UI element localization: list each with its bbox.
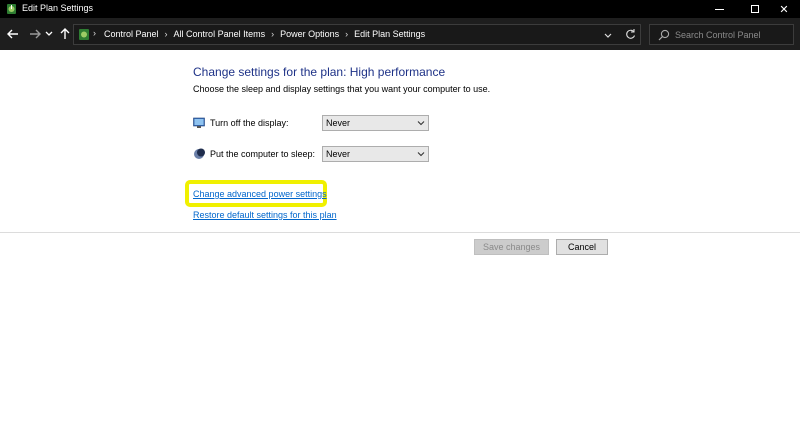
display-timeout-value: Never — [326, 118, 351, 128]
search-box[interactable] — [649, 24, 794, 45]
up-arrow-icon — [60, 28, 70, 39]
breadcrumb-all-items[interactable]: All Control Panel Items — [174, 29, 266, 39]
minimize-icon — [714, 8, 724, 10]
moon-icon — [194, 148, 205, 159]
search-input[interactable] — [675, 28, 790, 42]
page-title: Change settings for the plan: High perfo… — [193, 65, 446, 79]
breadcrumb-separator-icon: › — [271, 29, 275, 39]
refresh-icon[interactable] — [625, 27, 636, 41]
sleep-setting-label: Put the computer to sleep: — [210, 149, 316, 159]
up-button[interactable] — [57, 25, 73, 43]
forward-button[interactable] — [27, 25, 43, 43]
window-title: Edit Plan Settings — [22, 3, 94, 13]
breadcrumb-edit-plan-settings[interactable]: Edit Plan Settings — [354, 29, 425, 39]
page-subtitle: Choose the sleep and display settings th… — [193, 84, 491, 94]
breadcrumb-separator-icon: › — [164, 29, 168, 39]
divider — [0, 232, 800, 233]
breadcrumb-separator-icon: › — [345, 29, 349, 39]
back-arrow-icon — [7, 29, 18, 39]
navigation-bar: › Control Panel › All Control Panel Item… — [0, 18, 800, 50]
cancel-button[interactable]: Cancel — [556, 239, 608, 255]
control-panel-icon — [79, 29, 89, 40]
monitor-icon — [193, 117, 205, 128]
breadcrumb-separator-icon: › — [93, 28, 96, 38]
chevron-down-icon — [417, 152, 425, 157]
breadcrumb: Control Panel › All Control Panel Items … — [104, 29, 425, 39]
save-changes-button[interactable]: Save changes — [474, 239, 549, 255]
chevron-down-icon — [417, 121, 425, 126]
breadcrumb-power-options[interactable]: Power Options — [280, 29, 339, 39]
recent-locations-button[interactable] — [43, 25, 55, 43]
minimize-button[interactable] — [700, 0, 738, 18]
forward-arrow-icon — [30, 29, 41, 39]
address-bar[interactable]: › Control Panel › All Control Panel Item… — [73, 24, 641, 45]
maximize-icon — [751, 5, 759, 13]
breadcrumb-control-panel[interactable]: Control Panel — [104, 29, 159, 39]
address-dropdown-icon[interactable] — [604, 28, 612, 42]
restore-defaults-link[interactable]: Restore default settings for this plan — [193, 210, 337, 220]
power-options-icon — [7, 4, 16, 14]
title-bar: Edit Plan Settings ✕ — [0, 0, 800, 18]
display-timeout-select[interactable]: Never — [322, 115, 429, 131]
search-icon — [658, 29, 670, 41]
back-button[interactable] — [5, 25, 21, 43]
advanced-power-settings-link[interactable]: Change advanced power settings — [193, 189, 327, 199]
sleep-timeout-value: Never — [326, 149, 351, 159]
chevron-down-icon — [45, 31, 53, 36]
close-button[interactable]: ✕ — [768, 0, 800, 18]
close-icon: ✕ — [779, 3, 789, 16]
display-setting-label: Turn off the display: — [210, 118, 289, 128]
sleep-timeout-select[interactable]: Never — [322, 146, 429, 162]
